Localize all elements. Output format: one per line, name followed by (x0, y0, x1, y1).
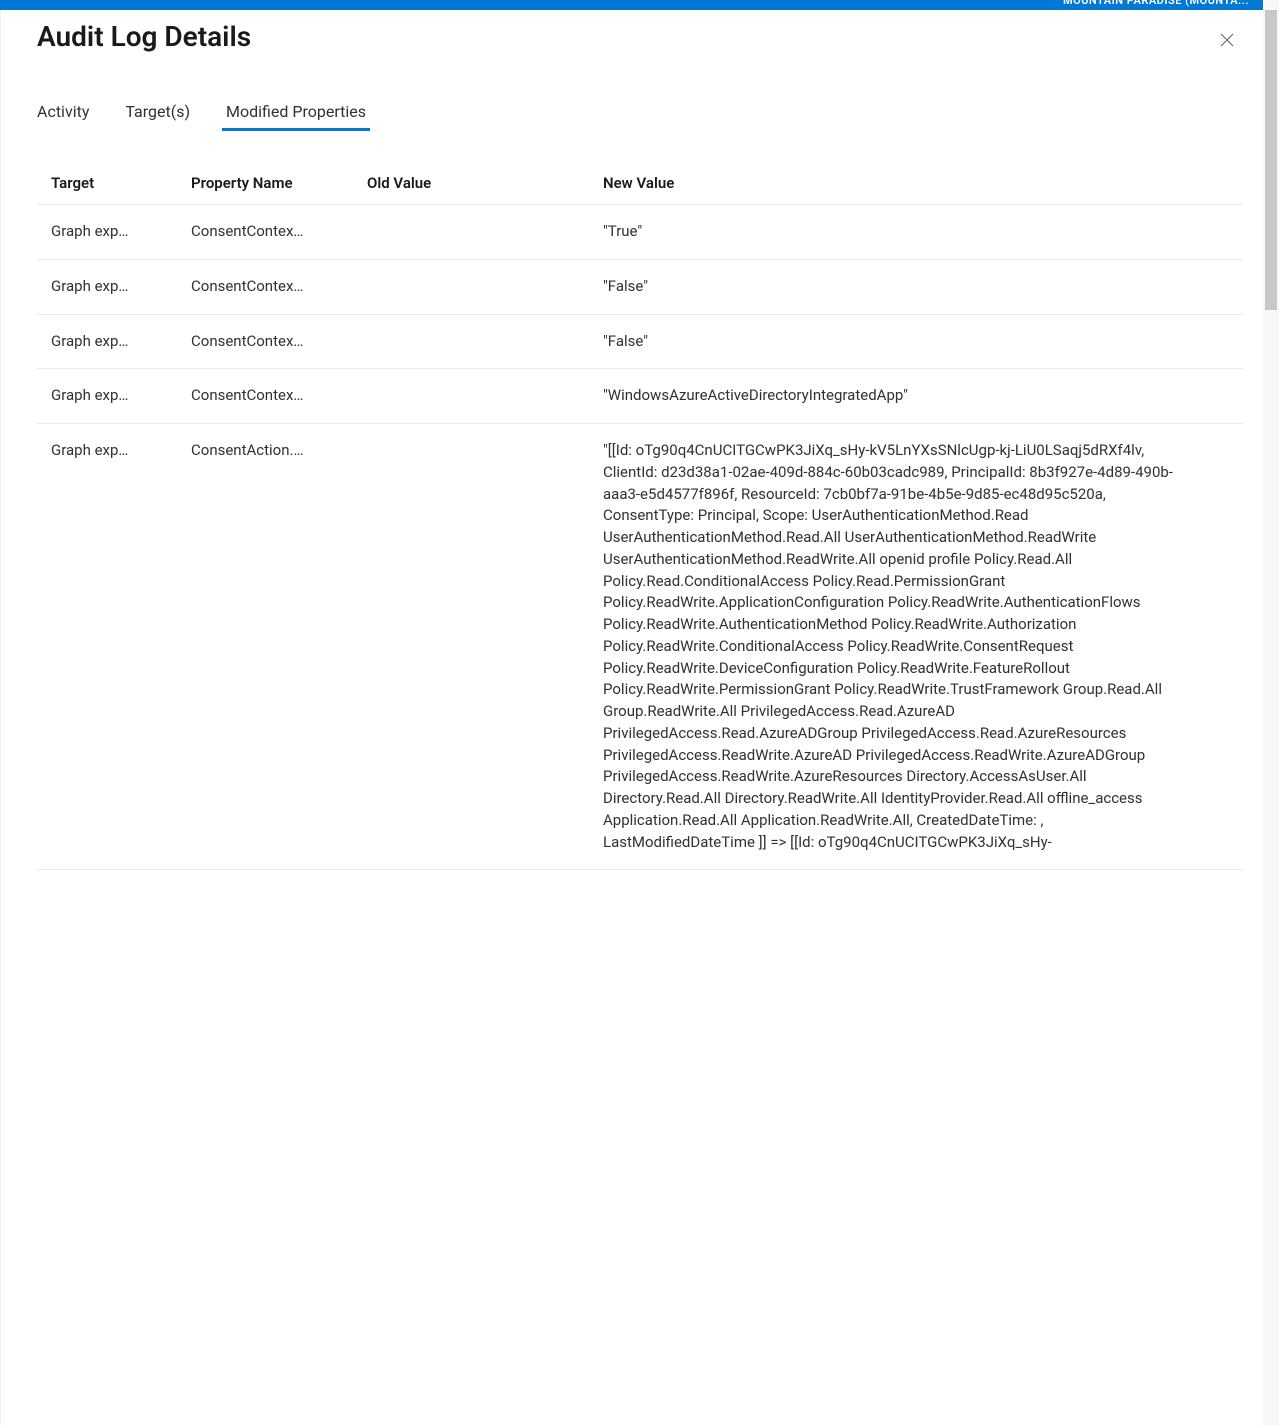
table-header: Target Property Name Old Value New Value (37, 162, 1243, 205)
panel-title: Audit Log Details (37, 20, 251, 53)
audit-log-panel: Audit Log Details Activity Target(s) Mod… (0, 10, 1279, 1425)
header-old-value[interactable]: Old Value (367, 174, 603, 192)
cell-target: Graph exp… (51, 221, 191, 243)
cell-property: ConsentContex… (191, 276, 367, 298)
tabs: Activity Target(s) Modified Properties (37, 102, 1243, 132)
properties-table: Target Property Name Old Value New Value… (37, 162, 1243, 870)
cell-new-value: "True" (603, 221, 1229, 243)
scrollbar-thumb[interactable] (1265, 10, 1277, 310)
table-row[interactable]: Graph exp… ConsentAction.… "[[Id: oTg90q… (37, 424, 1243, 870)
cell-target: Graph exp… (51, 276, 191, 298)
tab-modified-properties[interactable]: Modified Properties (226, 102, 366, 131)
close-icon (1220, 33, 1234, 47)
cell-property: ConsentContex… (191, 385, 367, 407)
tab-targets[interactable]: Target(s) (125, 102, 190, 131)
cell-new-value: "[[Id: oTg90q4CnUCITGCwPK3JiXq_sHy-kV5Ln… (603, 440, 1229, 853)
scrollbar[interactable] (1263, 0, 1279, 1425)
cell-new-value: "False" (603, 331, 1229, 353)
cell-new-value: "False" (603, 276, 1229, 298)
top-bar: MOUNTAIN PARADISE (MOUNTA... (0, 0, 1279, 10)
header-target[interactable]: Target (51, 174, 191, 192)
table-row[interactable]: Graph exp… ConsentContex… "WindowsAzureA… (37, 369, 1243, 424)
tab-activity[interactable]: Activity (37, 102, 89, 131)
cell-property: ConsentContex… (191, 221, 367, 243)
close-button[interactable] (1211, 24, 1243, 56)
tenant-label: MOUNTAIN PARADISE (MOUNTA... (1063, 0, 1249, 7)
cell-property: ConsentContex… (191, 331, 367, 353)
table-row[interactable]: Graph exp… ConsentContex… "True" (37, 205, 1243, 260)
table-row[interactable]: Graph exp… ConsentContex… "False" (37, 315, 1243, 370)
header-new-value[interactable]: New Value (603, 174, 1229, 192)
header-property-name[interactable]: Property Name (191, 174, 367, 192)
cell-new-value: "WindowsAzureActiveDirectoryIntegratedAp… (603, 385, 1229, 407)
cell-target: Graph exp… (51, 331, 191, 353)
cell-property: ConsentAction.… (191, 440, 367, 462)
panel-header: Audit Log Details (37, 20, 1243, 56)
cell-target: Graph exp… (51, 440, 191, 462)
cell-target: Graph exp… (51, 385, 191, 407)
table-row[interactable]: Graph exp… ConsentContex… "False" (37, 260, 1243, 315)
